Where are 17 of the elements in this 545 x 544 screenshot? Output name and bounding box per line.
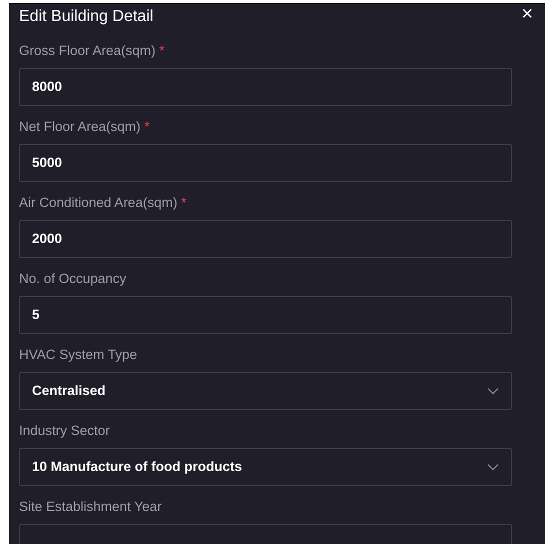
close-button[interactable]: ×: [519, 4, 535, 24]
field-label: Air Conditioned Area(sqm) *: [19, 195, 186, 211]
chevron-down-icon: [487, 387, 499, 395]
field-label: No. of Occupancy: [19, 271, 126, 287]
field-label: HVAC System Type: [19, 347, 138, 363]
field-label: Gross Floor Area(sqm) *: [19, 43, 165, 59]
input-field[interactable]: 8000: [19, 68, 512, 106]
field-label: Site Establishment Year: [19, 499, 162, 515]
input-field[interactable]: 5000: [19, 144, 512, 182]
dropdown-field[interactable]: Centralised: [19, 372, 512, 410]
field-label: Net Floor Area(sqm) *: [19, 119, 150, 135]
input-field[interactable]: 5: [19, 296, 512, 334]
input-field[interactable]: 2000: [19, 220, 512, 258]
field-label: Industry Sector: [19, 423, 110, 439]
chevron-down-icon: [487, 463, 499, 471]
dialog-title: Edit Building Detail: [19, 7, 154, 27]
dropdown-field[interactable]: 10 Manufacture of food products: [19, 448, 512, 486]
